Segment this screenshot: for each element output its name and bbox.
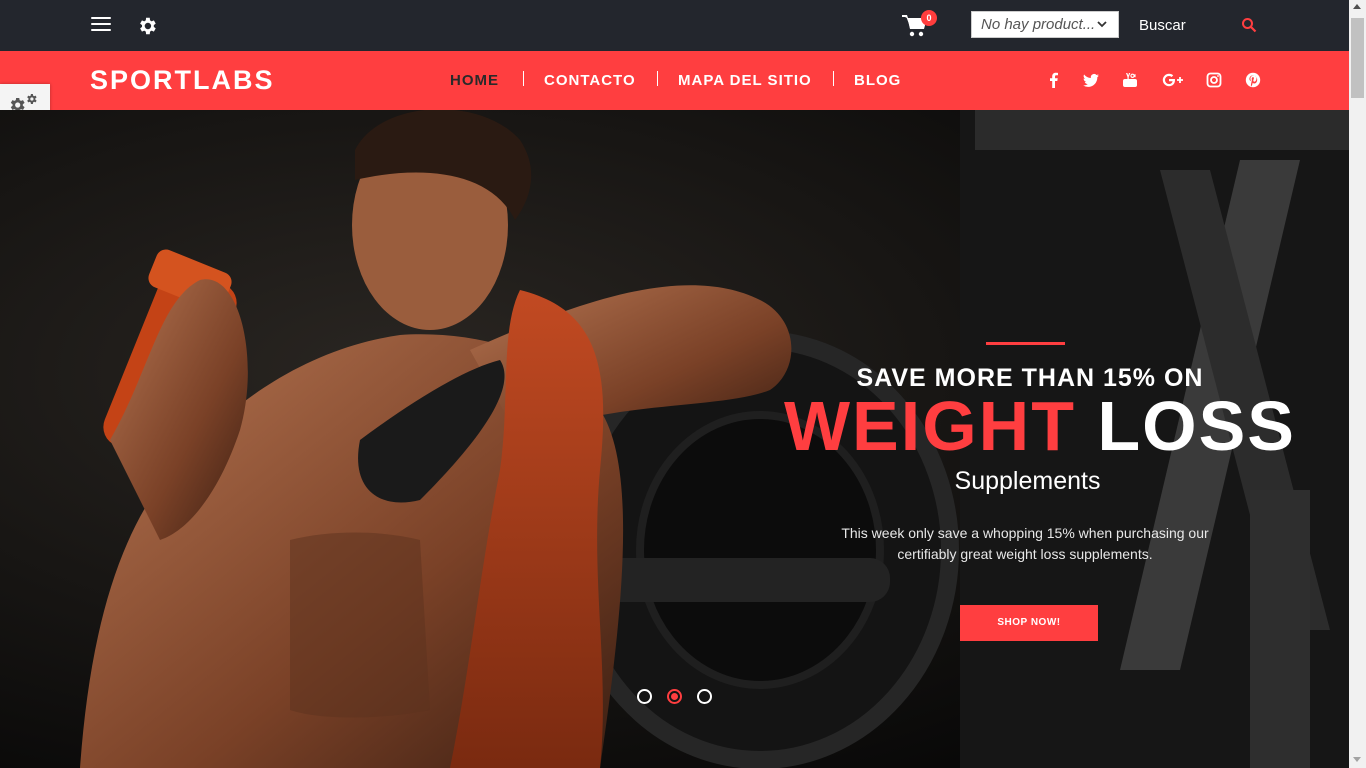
- cart-count-badge: 0: [921, 10, 937, 26]
- product-select-value: No hay product...: [981, 16, 1096, 33]
- nav-separator: [523, 71, 524, 86]
- scroll-up-arrow-icon[interactable]: [1353, 4, 1361, 9]
- top-utility-bar: 0 No hay product... Buscar: [0, 0, 1349, 51]
- nav-item-contacto[interactable]: CONTACTO: [544, 72, 636, 89]
- instagram-icon[interactable]: [1206, 72, 1222, 88]
- hero-description: This week only save a whopping 15% when …: [841, 525, 1209, 562]
- page: 0 No hay product... Buscar SPORTLABS HOM…: [0, 0, 1366, 768]
- slider-dot-1[interactable]: [637, 689, 652, 704]
- scrollbar-thumb[interactable]: [1351, 18, 1364, 98]
- gear-icon[interactable]: [136, 15, 158, 37]
- scroll-down-arrow-icon[interactable]: [1353, 757, 1361, 762]
- search-icon[interactable]: [1241, 17, 1257, 33]
- hero-headline-white: LOSS: [1097, 387, 1296, 465]
- slider-dot-3[interactable]: [697, 689, 712, 704]
- site-logo[interactable]: SPORTLABS: [90, 65, 275, 96]
- pinterest-icon[interactable]: [1245, 72, 1261, 88]
- nav-item-home[interactable]: HOME: [450, 72, 499, 89]
- hero-headline-main: WEIGHT LOSS: [740, 386, 1340, 466]
- slider-dot-2[interactable]: [667, 689, 682, 704]
- nav-separator: [657, 71, 658, 86]
- hero-headline-red: WEIGHT: [783, 387, 1076, 465]
- hero-slider: SAVE MORE THAN 15% ON WEIGHT LOSS Supple…: [0, 110, 1349, 768]
- shop-now-button[interactable]: SHOP NOW!: [960, 605, 1098, 641]
- google-plus-icon[interactable]: [1162, 72, 1184, 88]
- youtube-icon[interactable]: [1122, 72, 1138, 88]
- nav-item-blog[interactable]: BLOG: [854, 72, 901, 89]
- facebook-icon[interactable]: [1046, 72, 1062, 88]
- nav-item-mapa-del-sitio[interactable]: MAPA DEL SITIO: [678, 72, 812, 89]
- chevron-down-icon: [1097, 21, 1107, 28]
- product-select[interactable]: No hay product...: [971, 11, 1119, 38]
- page-scrollbar[interactable]: [1349, 0, 1366, 768]
- twitter-icon[interactable]: [1083, 72, 1099, 88]
- main-navbar: SPORTLABS HOME CONTACTO MAPA DEL SITIO B…: [0, 51, 1349, 110]
- hero-subheadline: Supplements: [954, 467, 1101, 495]
- search-label[interactable]: Buscar: [1139, 17, 1186, 34]
- hamburger-menu-icon[interactable]: [91, 17, 111, 33]
- headline-accent-line: [986, 342, 1065, 345]
- nav-separator: [833, 71, 834, 86]
